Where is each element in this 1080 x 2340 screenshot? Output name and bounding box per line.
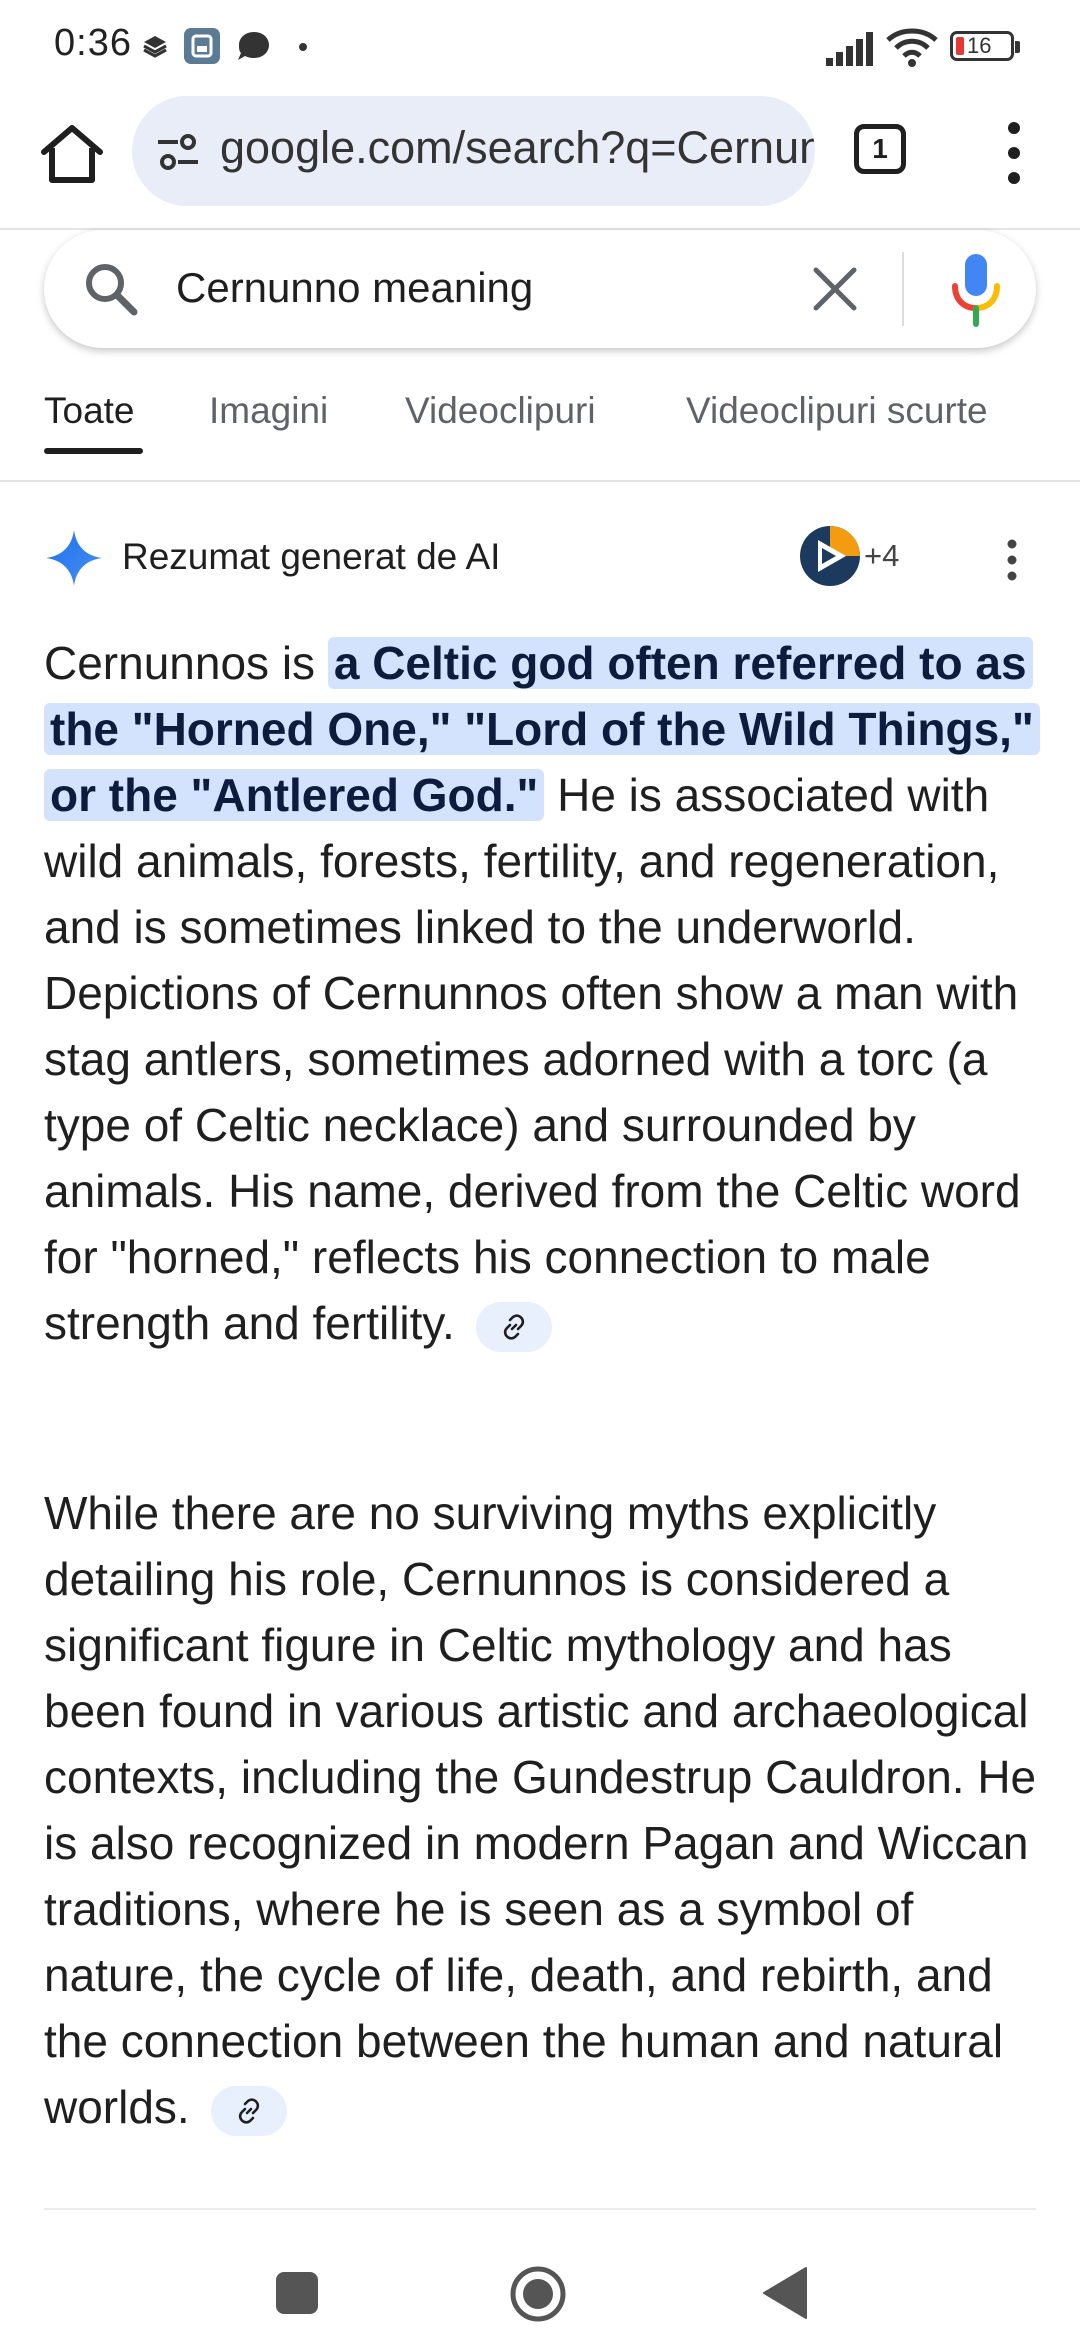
- mic-icon[interactable]: [948, 252, 1004, 328]
- tab-videoclipuri[interactable]: Videoclipuri: [405, 390, 596, 432]
- paragraph-text: He is associated with wild animals, fore…: [44, 769, 1021, 1349]
- ai-overview-title: Rezumat generat de AI: [122, 536, 501, 577]
- browser-toolbar: google.com/search?q=Cernunno+meaning 1: [0, 92, 1080, 228]
- battery-level: 16: [967, 33, 992, 58]
- divider: [0, 480, 1080, 482]
- ai-overview-paragraph: Cernunnos is a Celtic god often referred…: [44, 630, 1044, 1356]
- dot-icon: [299, 43, 307, 51]
- layers-icon: [143, 36, 167, 58]
- battery-icon: 16: [950, 31, 1020, 61]
- paragraph-text: Cernunnos is: [44, 637, 328, 689]
- source-avatar[interactable]: [800, 526, 860, 586]
- search-bar[interactable]: [44, 230, 1036, 348]
- tab-videoclipuri-scurte[interactable]: Videoclipuri scurte: [686, 390, 988, 432]
- link-icon: [503, 1314, 524, 1340]
- divider: [44, 2208, 1036, 2210]
- address-bar[interactable]: google.com/search?q=Cernunno+meaning: [132, 96, 815, 206]
- home-icon[interactable]: [36, 118, 108, 190]
- tab-toate[interactable]: Toate: [44, 390, 135, 432]
- link-icon: [238, 2098, 259, 2124]
- back-icon[interactable]: [762, 2266, 808, 2320]
- gallery-notification-icon: [184, 28, 220, 64]
- paragraph-text: While there are no surviving myths expli…: [44, 1487, 1037, 2133]
- wifi-icon: [886, 28, 938, 67]
- signal-icon: [826, 32, 873, 66]
- search-input[interactable]: [176, 264, 816, 312]
- ai-overview-paragraph: While there are no surviving myths expli…: [44, 1480, 1044, 2140]
- chat-notification-icon: [238, 32, 269, 60]
- site-settings-icon[interactable]: [156, 132, 200, 172]
- filter-tabs: Toate Imagini Videoclipuri Videoclipuri …: [0, 390, 1080, 456]
- tab-switcher-button[interactable]: 1: [854, 124, 906, 174]
- clear-icon[interactable]: [810, 264, 860, 314]
- active-tab-indicator: [44, 448, 143, 454]
- source-count[interactable]: +4: [864, 538, 899, 574]
- status-time: 0:36: [54, 22, 132, 64]
- source-link-chip[interactable]: [210, 2085, 287, 2136]
- ai-sparkle-icon: [46, 530, 102, 586]
- more-vert-icon[interactable]: [996, 118, 1032, 188]
- recents-icon[interactable]: [276, 2272, 318, 2314]
- more-vert-icon[interactable]: [1000, 536, 1024, 584]
- url-text[interactable]: google.com/search?q=Cernunno+meaning: [220, 122, 815, 174]
- play-icon: [818, 526, 860, 572]
- nav-home-icon[interactable]: [510, 2266, 566, 2322]
- system-nav-bar: [0, 2220, 1080, 2340]
- search-icon: [86, 264, 138, 316]
- source-link-chip[interactable]: [475, 1301, 552, 1352]
- status-bar: 0:36 16: [0, 0, 1080, 92]
- search-separator: [902, 252, 904, 326]
- ai-overview-header: Rezumat generat de AI +4: [0, 520, 1080, 598]
- tab-imagini[interactable]: Imagini: [209, 390, 328, 432]
